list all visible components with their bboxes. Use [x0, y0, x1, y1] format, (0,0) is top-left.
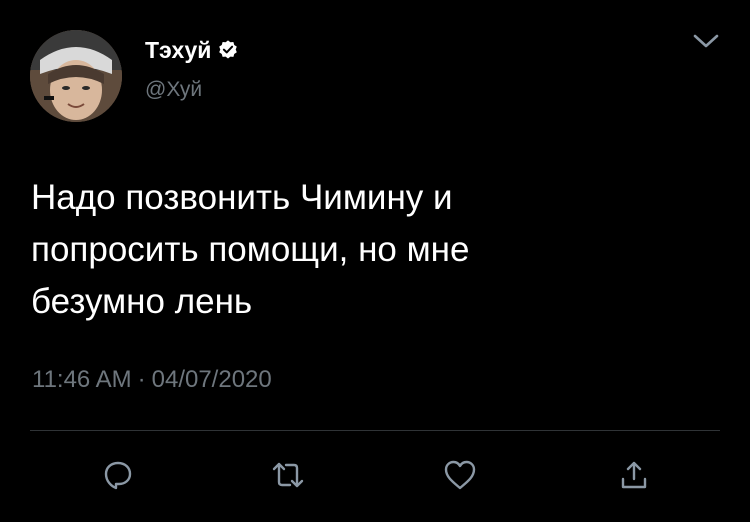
like-button[interactable] [443, 458, 477, 492]
heart-icon [443, 459, 477, 491]
tweet-meta: 11:46 AM · 04/07/2020 [32, 365, 272, 395]
avatar[interactable] [30, 30, 122, 122]
divider [30, 430, 720, 431]
meta-separator: · [137, 366, 146, 393]
reply-icon [102, 459, 134, 491]
tweet-date[interactable]: 04/07/2020 [152, 365, 272, 395]
display-name[interactable]: Тэхуй [145, 36, 211, 64]
retweet-button[interactable] [271, 458, 305, 492]
name-row: Тэхуй [145, 36, 239, 64]
reply-button[interactable] [101, 458, 135, 492]
share-button[interactable] [617, 458, 651, 492]
chevron-down-icon[interactable] [690, 28, 722, 56]
verified-badge-icon [217, 39, 239, 61]
handle[interactable]: @Хуй [145, 77, 202, 103]
tweet: Тэхуй @Хуй Надо позвонить Чимину и попро… [0, 0, 750, 522]
retweet-icon [271, 458, 305, 492]
tweet-time[interactable]: 11:46 AM [32, 365, 132, 395]
share-icon [619, 459, 649, 491]
tweet-text: Надо позвонить Чимину и попросить помощи… [31, 178, 470, 321]
